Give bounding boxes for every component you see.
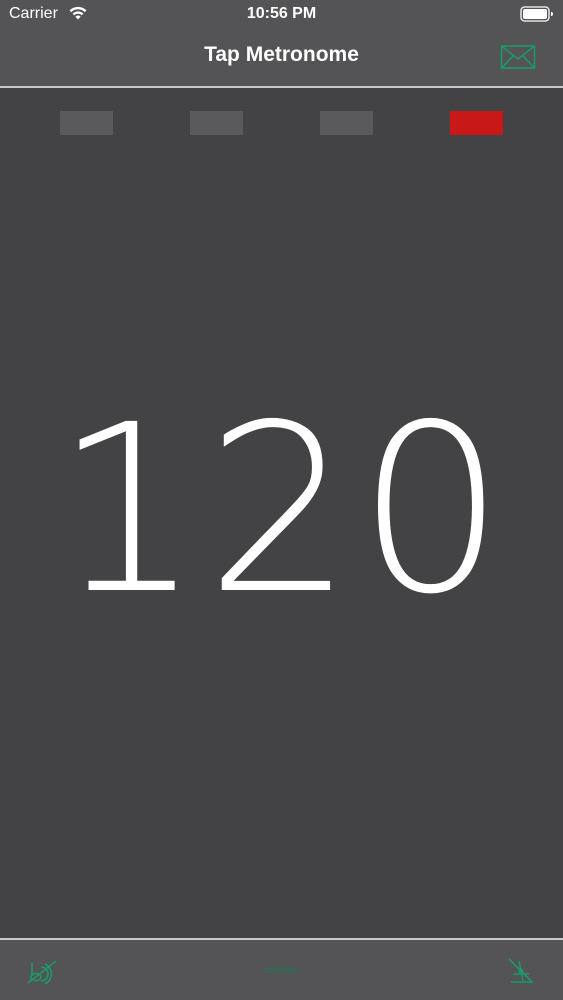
mail-icon[interactable] xyxy=(500,44,536,70)
tempo-display: 120 xyxy=(54,375,509,645)
header-area: Carrier 10:56 PM Tap Metronome xyxy=(0,0,563,88)
toolbar-divider xyxy=(0,938,563,940)
metronome-icon[interactable] xyxy=(505,956,537,986)
beat-indicator-4 xyxy=(450,111,503,135)
bottom-toolbar xyxy=(0,938,563,1000)
metronome-screen: Carrier 10:56 PM Tap Metronome 120 xyxy=(0,0,563,1000)
beat-indicator-3 xyxy=(320,111,373,135)
status-bar: Carrier 10:56 PM xyxy=(0,0,563,30)
beat-indicator-2 xyxy=(190,111,243,135)
dots-icon[interactable] xyxy=(264,965,298,975)
page-title: Tap Metronome xyxy=(204,43,359,66)
nav-divider xyxy=(0,86,563,88)
status-time: 10:56 PM xyxy=(246,5,317,22)
beat-indicator-1 xyxy=(60,111,113,135)
battery-icon xyxy=(520,6,553,22)
sound-muted-icon[interactable] xyxy=(26,956,60,986)
